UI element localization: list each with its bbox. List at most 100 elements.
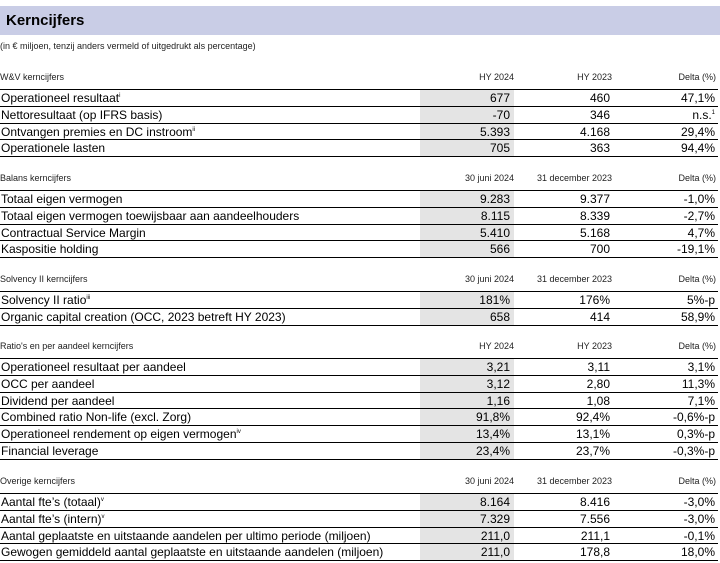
row-label: Aantal geplaatste en uitstaande aandelen… xyxy=(1,528,371,543)
table-row: Dividend per aandeel 1,16 1,08 7,1% xyxy=(0,393,718,410)
prior-value: 8.416 xyxy=(579,495,610,509)
column-header: HY 2023 xyxy=(577,341,612,351)
row-label: Aantal fte’s (totaal)v xyxy=(1,495,104,509)
current-value: 8.164 xyxy=(479,495,510,509)
table-row: Nettoresultaat (op IFRS basis) -70 346 n.s.… xyxy=(0,107,718,124)
column-header: Delta (%) xyxy=(678,274,716,284)
prior-value: 346 xyxy=(589,107,610,122)
row-label: Solvency II ratioiii xyxy=(1,293,91,307)
current-value: -70 xyxy=(492,107,510,122)
prior-value: 414 xyxy=(589,309,610,324)
delta-value: -0,6%-p xyxy=(672,410,715,425)
table-row: Operationeel resultaat per aandeel 3,21 3,… xyxy=(0,359,718,376)
row-label: Financial leverage xyxy=(1,444,99,458)
prior-value: 2,80 xyxy=(586,376,610,391)
table-row: Financial leverage 23,4% 23,7% -0,3%-p xyxy=(0,443,718,460)
current-value: 566 xyxy=(489,242,510,257)
current-value: 3,12 xyxy=(486,376,510,391)
current-value: 23,4% xyxy=(475,444,510,458)
table-row: Combined ratio Non-life (excl. Zorg) 91,8… xyxy=(0,409,718,427)
prior-value: 23,7% xyxy=(575,444,610,458)
prior-value: 1,08 xyxy=(586,393,610,408)
column-header: 31 december 2023 xyxy=(536,476,612,486)
column-header: HY 2023 xyxy=(577,72,612,82)
row-label: Combined ratio Non-life (excl. Zorg) xyxy=(1,410,192,425)
current-value: 91,8% xyxy=(475,410,510,425)
prior-value: 3,11 xyxy=(587,360,610,374)
table-row: Organic capital creation (OCC, 2023 betr… xyxy=(0,309,718,326)
footnote-marker: v xyxy=(100,497,104,503)
delta-value: 94,4% xyxy=(680,141,715,156)
section-header: Overige kerncijfers 30 juni 2024 31 decemb… xyxy=(0,476,720,490)
row-label: Gewogen gemiddeld aantal geplaatste en u… xyxy=(1,545,384,560)
current-value: 8.115 xyxy=(480,208,510,223)
prior-value: 13,1% xyxy=(575,427,610,442)
section-title: Solvency II kerncijfers xyxy=(0,274,88,284)
table-row: Kaspositie holding 566 700 -19,1% xyxy=(0,241,718,259)
table-row: Totaal eigen vermogen toewijsbaar aan aa… xyxy=(0,208,718,225)
prior-value: 176% xyxy=(579,293,610,307)
section-title: W&V kerncijfers xyxy=(0,72,65,82)
delta-value: 3,1% xyxy=(687,360,715,374)
current-value: 211,0 xyxy=(480,528,510,543)
column-header: Delta (%) xyxy=(678,173,716,183)
column-header: Delta (%) xyxy=(678,72,716,82)
current-value: 658 xyxy=(489,309,510,324)
section-title: Balans kerncijfers xyxy=(0,173,72,183)
row-label: Totaal eigen vermogen toewijsbaar aan aa… xyxy=(1,208,300,223)
delta-value: 58,9% xyxy=(680,309,715,324)
prior-value: 363 xyxy=(589,141,610,156)
current-value: 9.283 xyxy=(479,192,510,206)
prior-value: 9.377 xyxy=(579,192,610,206)
prior-value: 700 xyxy=(589,242,610,257)
prior-value: 211,1 xyxy=(580,528,610,543)
prior-value: 5.168 xyxy=(579,225,610,240)
delta-value: n.s.1 xyxy=(692,107,715,122)
row-label: Contractual Service Margin xyxy=(1,225,146,240)
prior-value: 178,8 xyxy=(579,545,610,560)
row-label: Operationeel resultaati xyxy=(1,91,121,105)
footnote-marker: iv xyxy=(236,429,241,436)
prior-value: 4.168 xyxy=(579,124,610,139)
delta-value: -3,0% xyxy=(683,495,715,509)
column-header: HY 2024 xyxy=(479,72,514,82)
table-row: Solvency II ratioiii 181% 176% 5%-p xyxy=(0,292,718,309)
current-value: 181% xyxy=(479,293,510,307)
column-header: 31 december 2023 xyxy=(536,274,612,284)
column-header: Delta (%) xyxy=(678,476,716,486)
row-label: Operationele lasten xyxy=(1,141,106,156)
prior-value: 8.339 xyxy=(579,208,610,223)
section-header: Solvency II kerncijfers 30 juni 2024 31 de… xyxy=(0,274,720,288)
row-label: Kaspositie holding xyxy=(1,242,99,257)
section-header: Ratio's en per aandeel kerncijfers HY 202… xyxy=(0,341,720,355)
row-label: Operationeel rendement op eigen vermogen… xyxy=(1,427,241,442)
prior-value: 7.556 xyxy=(579,511,610,526)
delta-value: 29,4% xyxy=(680,124,715,139)
table-row: Ontvangen premies en DC instroomii 5.393 4… xyxy=(0,124,718,141)
row-label: Organic capital creation (OCC, 2023 betr… xyxy=(1,309,286,324)
footnote-marker: v xyxy=(101,513,105,520)
table-row: Gewogen gemiddeld aantal geplaatste en u… xyxy=(0,544,718,562)
row-label: OCC per aandeel xyxy=(1,376,95,391)
delta-value: 47,1% xyxy=(680,91,715,105)
row-label: Ontvangen premies en DC instroomii xyxy=(1,124,196,139)
current-value: 13,4% xyxy=(475,427,510,442)
column-header: HY 2024 xyxy=(479,341,514,351)
footnote-marker: ii xyxy=(192,126,196,133)
column-header: 30 juni 2024 xyxy=(464,173,514,183)
row-label: Nettoresultaat (op IFRS basis) xyxy=(1,107,163,122)
column-header: 30 juni 2024 xyxy=(464,476,514,486)
table-row: Operationeel rendement op eigen vermogen… xyxy=(0,426,718,443)
section-title: Overige kerncijfers xyxy=(0,476,76,486)
table-row: Operationeel resultaati 677 460 47,1% xyxy=(0,90,718,107)
table-row: OCC per aandeel 3,12 2,80 11,3% xyxy=(0,376,718,393)
delta-value: -1,0% xyxy=(683,192,715,206)
row-label: Dividend per aandeel xyxy=(1,393,115,408)
current-value: 705 xyxy=(489,141,510,156)
table-row: Aantal geplaatste en uitstaande aandelen… xyxy=(0,528,718,545)
table-row: Aantal fte’s (totaal)v 8.164 8.416 -3,0% xyxy=(0,494,718,511)
delta-value: 0,3%-p xyxy=(676,427,715,442)
delta-value: -3,0% xyxy=(683,511,715,526)
current-value: 5.393 xyxy=(479,124,510,139)
table-row: Aantal fte’s (intern)v 7.329 7.556 -3,0% xyxy=(0,511,718,528)
